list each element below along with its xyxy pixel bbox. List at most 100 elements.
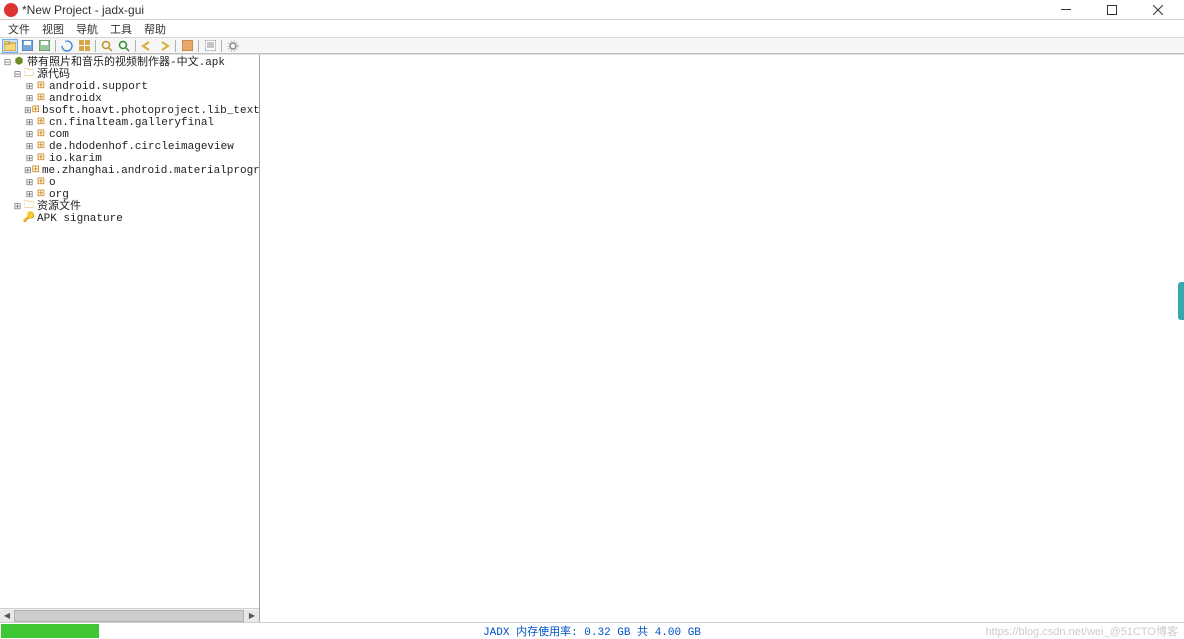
main-area: ⊟ ⬢ 带有照片和音乐的视频制作器-中文.apk ⊟ 🗀 源代码 ⊞⊞andro… xyxy=(0,54,1184,622)
watermark: https://blog.csdn.net/wei_@51CTO博客 xyxy=(985,623,1178,639)
maximize-button[interactable] xyxy=(1098,1,1126,19)
tree-package[interactable]: ⊞⊞me.zhanghai.android.materialprogressba… xyxy=(0,165,259,177)
scroll-track[interactable] xyxy=(14,610,245,622)
menu-nav[interactable]: 导航 xyxy=(72,21,102,37)
tree-package[interactable]: ⊞⊞io.karim xyxy=(0,153,259,165)
toolbar xyxy=(0,38,1184,54)
tree-source-folder[interactable]: ⊟ 🗀 源代码 xyxy=(0,69,259,81)
tree-package[interactable]: ⊞⊞androidx xyxy=(0,93,259,105)
tree-package-label: de.hdodenhof.circleimageview xyxy=(49,141,234,153)
package-icon: ⊞ xyxy=(32,106,40,117)
expand-icon[interactable]: ⊟ xyxy=(2,57,13,69)
sync-button[interactable] xyxy=(59,39,75,53)
tree-root[interactable]: ⊟ ⬢ 带有照片和音乐的视频制作器-中文.apk xyxy=(0,57,259,69)
folder-icon: 🗀 xyxy=(23,70,35,81)
expand-icon[interactable]: ⊞ xyxy=(24,105,32,117)
tree-package-label: cn.finalteam.galleryfinal xyxy=(49,117,214,129)
tree-package-label: o xyxy=(49,177,56,189)
tree-package-label: io.karim xyxy=(49,153,102,165)
tree-package-label: bsoft.hoavt.photoproject.lib_textcollage… xyxy=(42,105,259,117)
find-class-button[interactable] xyxy=(116,39,132,53)
tree-resources-folder[interactable]: ⊞ 🗀 资源文件 xyxy=(0,201,259,213)
expand-icon[interactable]: ⊞ xyxy=(24,153,35,165)
titlebar: *New Project - jadx-gui xyxy=(0,0,1184,20)
progress-bar xyxy=(1,624,99,638)
expand-icon[interactable]: ⊞ xyxy=(24,117,35,129)
menu-tools[interactable]: 工具 xyxy=(106,21,136,37)
tree-package[interactable]: ⊞⊞bsoft.hoavt.photoproject.lib_textcolla… xyxy=(0,105,259,117)
package-icon: ⊞ xyxy=(35,82,47,93)
tree-package-label: androidx xyxy=(49,93,102,105)
menu-file[interactable]: 文件 xyxy=(4,21,34,37)
expand-icon[interactable]: ⊞ xyxy=(24,165,32,177)
window-controls xyxy=(1052,1,1180,19)
package-icon: ⊞ xyxy=(35,118,47,129)
back-button[interactable] xyxy=(139,39,155,53)
right-dock-handle[interactable] xyxy=(1178,282,1184,320)
tree-package[interactable]: ⊞⊞de.hdodenhof.circleimageview xyxy=(0,141,259,153)
tree-panel: ⊟ ⬢ 带有照片和音乐的视频制作器-中文.apk ⊟ 🗀 源代码 ⊞⊞andro… xyxy=(0,55,260,622)
tree-package[interactable]: ⊞⊞android.support xyxy=(0,81,259,93)
toolbar-separator xyxy=(55,40,56,52)
toolbar-separator xyxy=(95,40,96,52)
menu-help[interactable]: 帮助 xyxy=(140,21,170,37)
editor-panel xyxy=(260,55,1184,622)
tree-package[interactable]: ⊞⊞org xyxy=(0,189,259,201)
package-icon: ⊞ xyxy=(35,130,47,141)
expand-icon[interactable]: ⊞ xyxy=(12,201,23,213)
toolbar-separator xyxy=(175,40,176,52)
tree-package[interactable]: ⊞⊞com xyxy=(0,129,259,141)
tree-source-label: 源代码 xyxy=(37,69,70,81)
package-icon: ⊞ xyxy=(35,154,47,165)
save-all-button[interactable] xyxy=(19,39,35,53)
tree-signature-label: APK signature xyxy=(37,213,123,225)
search-button[interactable] xyxy=(99,39,115,53)
app-icon xyxy=(4,3,18,17)
tree-package-label: com xyxy=(49,129,69,141)
toolbar-separator xyxy=(135,40,136,52)
deobf-button[interactable] xyxy=(179,39,195,53)
expand-icon[interactable]: ⊞ xyxy=(24,81,35,93)
tree-package[interactable]: ⊞⊞o xyxy=(0,177,259,189)
expand-icon[interactable]: ⊟ xyxy=(12,69,23,81)
window-title: *New Project - jadx-gui xyxy=(22,3,144,17)
scroll-left-button[interactable]: ◀ xyxy=(0,610,14,622)
package-icon: ⊞ xyxy=(35,94,47,105)
expand-icon[interactable]: ⊞ xyxy=(24,93,35,105)
expand-icon[interactable]: ⊞ xyxy=(24,177,35,189)
tree-package[interactable]: ⊞⊞cn.finalteam.galleryfinal xyxy=(0,117,259,129)
export-button[interactable] xyxy=(36,39,52,53)
scroll-right-button[interactable]: ▶ xyxy=(245,610,259,622)
memory-status: JADX 内存使用率: 0.32 GB 共 4.00 GB xyxy=(483,623,701,639)
folder-icon: 🗀 xyxy=(23,202,35,213)
settings-button[interactable] xyxy=(225,39,241,53)
tree-package-label: android.support xyxy=(49,81,148,93)
expand-icon[interactable]: ⊞ xyxy=(24,141,35,153)
toolbar-separator xyxy=(221,40,222,52)
scroll-thumb[interactable] xyxy=(14,610,244,622)
key-icon: 🔑 xyxy=(23,214,35,225)
forward-button[interactable] xyxy=(156,39,172,53)
expand-icon[interactable]: ⊞ xyxy=(24,189,35,201)
flat-pkg-button[interactable] xyxy=(76,39,92,53)
tree-h-scrollbar[interactable]: ◀ ▶ xyxy=(0,608,259,622)
expand-icon[interactable]: ⊞ xyxy=(24,129,35,141)
tree-package-label: me.zhanghai.android.materialprogressbar xyxy=(42,165,259,177)
minimize-button[interactable] xyxy=(1052,1,1080,19)
tree-signature[interactable]: 🔑 APK signature xyxy=(0,213,259,225)
tree-package-label: org xyxy=(49,189,69,201)
package-icon: ⊞ xyxy=(32,166,40,177)
statusbar: JADX 内存使用率: 0.32 GB 共 4.00 GB https://bl… xyxy=(0,622,1184,638)
toolbar-separator xyxy=(198,40,199,52)
menubar: 文件 视图 导航 工具 帮助 xyxy=(0,20,1184,38)
close-button[interactable] xyxy=(1144,1,1172,19)
package-icon: ⊞ xyxy=(35,142,47,153)
tree-root-label: 带有照片和音乐的视频制作器-中文.apk xyxy=(27,57,225,69)
apk-icon: ⬢ xyxy=(13,58,25,69)
log-button[interactable] xyxy=(202,39,218,53)
tree-resources-label: 资源文件 xyxy=(37,201,81,213)
open-file-button[interactable] xyxy=(2,39,18,53)
menu-view[interactable]: 视图 xyxy=(38,21,68,37)
package-icon: ⊞ xyxy=(35,178,47,189)
tree-content[interactable]: ⊟ ⬢ 带有照片和音乐的视频制作器-中文.apk ⊟ 🗀 源代码 ⊞⊞andro… xyxy=(0,55,259,608)
